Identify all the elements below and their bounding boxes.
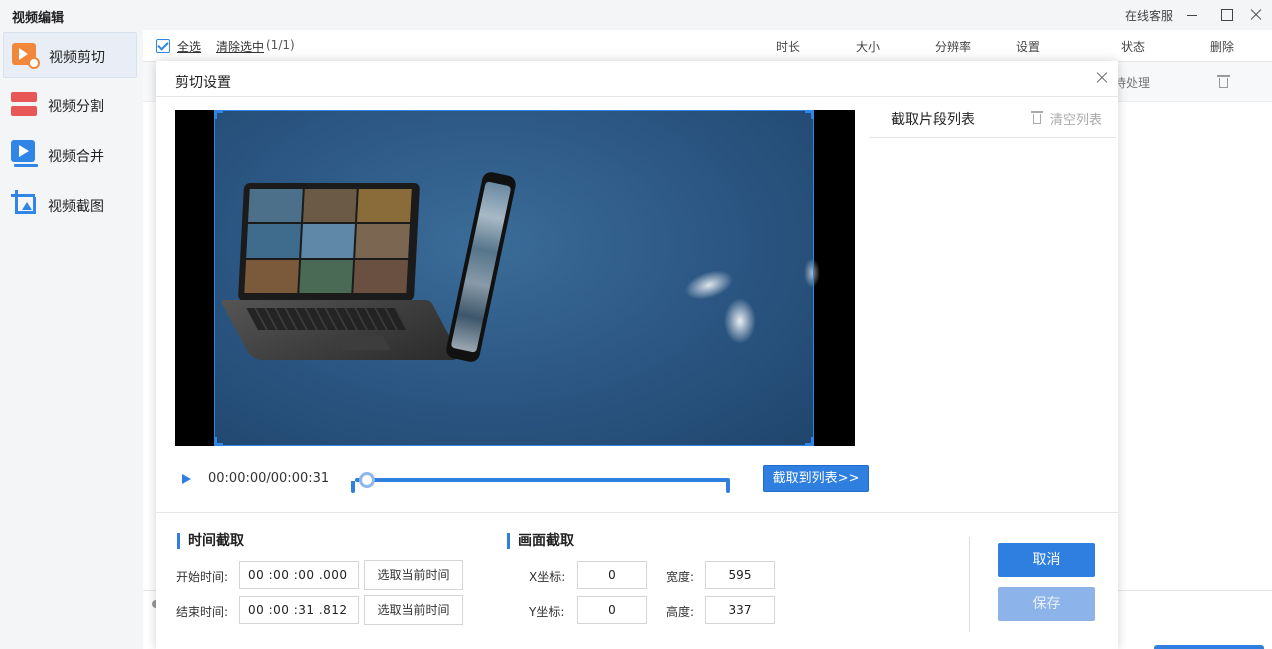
sidebar-item-video-split[interactable]: 视频分割 — [3, 82, 137, 128]
end-time-input[interactable]: 00 :00 :31 .812 — [239, 596, 359, 624]
width-input[interactable]: 595 — [705, 561, 775, 589]
timeline-track[interactable] — [355, 478, 730, 482]
sidebar-item-label: 视频剪切 — [49, 50, 105, 66]
title-bar: 视频编辑 在线客服 — [0, 0, 1272, 30]
height-input[interactable]: 337 — [705, 596, 775, 624]
sidebar-item-label: 视频分割 — [48, 99, 104, 115]
close-icon[interactable] — [1094, 70, 1110, 86]
pick-current-end-button[interactable]: 选取当前时间 — [364, 595, 463, 625]
crop-section-title: 画面截取 — [507, 533, 574, 549]
clear-list-button[interactable]: 清空列表 — [1050, 109, 1102, 128]
crop-frame[interactable] — [214, 110, 814, 446]
crop-handle[interactable] — [214, 437, 223, 446]
column-duration: 时长 — [776, 40, 801, 54]
x-coord-label: X坐标: — [529, 570, 566, 584]
file-list-header: 全选 清除选中 (1/1) 时长 大小 分辨率 设置 状态 删除 — [143, 30, 1272, 62]
x-coord-input[interactable]: 0 — [577, 561, 647, 589]
divider — [156, 96, 1118, 97]
video-merge-icon — [11, 140, 39, 168]
crop-handle[interactable] — [805, 110, 814, 119]
sidebar-item-video-screenshot[interactable]: 视频截图 — [3, 182, 137, 228]
minimize-icon[interactable] — [1182, 5, 1202, 25]
sidebar-item-label: 视频合并 — [48, 149, 104, 165]
start-time-label: 开始时间: — [176, 570, 229, 584]
sidebar-item-video-cut[interactable]: 视频剪切 — [3, 32, 137, 78]
divider — [969, 537, 970, 632]
video-screenshot-icon — [11, 190, 39, 218]
divider — [870, 137, 1116, 138]
select-all-link[interactable]: 全选 — [177, 38, 201, 55]
timecode: 00:00:00/00:00:31 — [208, 471, 330, 486]
y-coord-input[interactable]: 0 — [577, 596, 647, 624]
selection-count: (1/1) — [266, 38, 295, 52]
video-split-icon — [11, 90, 39, 118]
range-end-handle[interactable] — [726, 481, 730, 493]
sidebar-item-video-merge[interactable]: 视频合并 — [3, 132, 137, 178]
status-badge: 待处理 — [1114, 76, 1151, 90]
dialog-title: 剪切设置 — [175, 75, 231, 91]
time-section-title: 时间截取 — [177, 533, 244, 549]
video-cut-icon — [12, 41, 40, 69]
trash-icon — [1031, 110, 1043, 124]
column-delete: 删除 — [1210, 40, 1235, 54]
sidebar-item-label: 视频截图 — [48, 199, 104, 215]
start-button-edge[interactable] — [1154, 645, 1264, 649]
crop-handle[interactable] — [805, 437, 814, 446]
width-label: 宽度: — [666, 570, 695, 584]
cancel-button[interactable]: 取消 — [998, 543, 1095, 577]
y-coord-label: Y坐标: — [529, 605, 565, 619]
save-button[interactable]: 保存 — [998, 587, 1095, 621]
crop-handle[interactable] — [214, 110, 223, 119]
column-resolution: 分辨率 — [935, 40, 972, 54]
sidebar: 视频剪切 视频分割 视频合并 视频截图 — [0, 30, 143, 649]
playhead-knob[interactable] — [359, 472, 375, 488]
cut-settings-dialog: 剪切设置 00:00:00/00:00:31 截取到列表>> 截取片段列表 清空… — [156, 61, 1118, 649]
start-time-input[interactable]: 00 :00 :00 .000 — [239, 561, 359, 589]
trash-icon[interactable] — [1217, 74, 1230, 88]
height-label: 高度: — [666, 605, 695, 619]
close-icon[interactable] — [1246, 5, 1266, 25]
column-size: 大小 — [856, 40, 881, 54]
app-title: 视频编辑 — [12, 11, 65, 26]
online-support-link[interactable]: 在线客服 — [1125, 7, 1173, 24]
column-status: 状态 — [1121, 40, 1146, 54]
end-time-label: 结束时间: — [176, 605, 229, 619]
maximize-icon[interactable] — [1216, 5, 1236, 25]
select-all-checkbox[interactable] — [156, 39, 170, 53]
clear-selection-link[interactable]: 清除选中 — [216, 38, 264, 55]
pick-current-start-button[interactable]: 选取当前时间 — [364, 560, 463, 590]
range-start-handle[interactable] — [351, 481, 355, 493]
divider — [156, 512, 1118, 513]
video-preview[interactable] — [175, 110, 855, 446]
add-to-list-button[interactable]: 截取到列表>> — [763, 465, 869, 492]
column-settings: 设置 — [1016, 40, 1041, 54]
play-icon[interactable] — [182, 474, 191, 484]
clip-list-title: 截取片段列表 — [891, 112, 975, 128]
